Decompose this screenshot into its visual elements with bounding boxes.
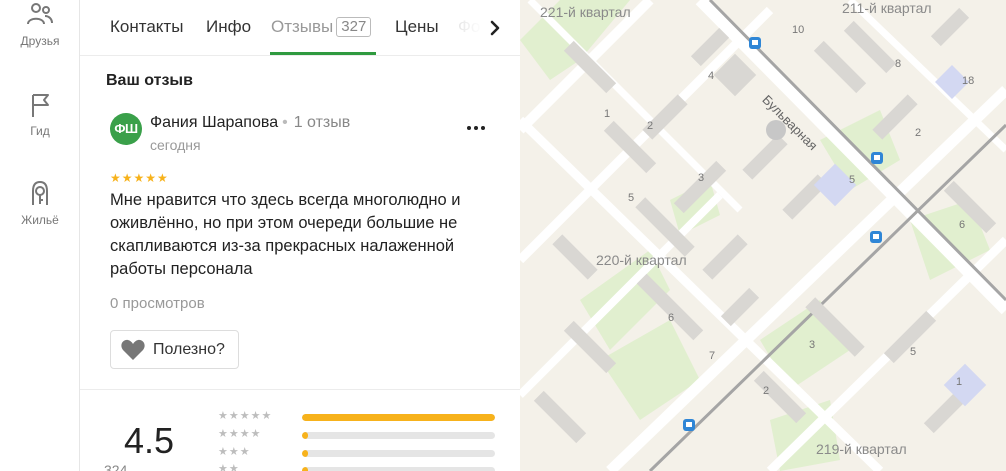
- distribution-stars: ★★★★: [218, 428, 262, 440]
- review-date: сегодня: [150, 137, 201, 153]
- useful-button[interactable]: Полезно?: [110, 330, 239, 369]
- distribution-bar-track: [302, 467, 495, 471]
- tab-bar: Контакты Инфо Отзывы327 Цены Фо: [80, 0, 520, 56]
- tab-reviews-label: Отзывы: [271, 17, 334, 36]
- review-star-rating: ★★★★★: [110, 171, 169, 185]
- section-divider: [80, 389, 520, 390]
- review-more-button[interactable]: [464, 118, 488, 138]
- map-number: 8: [895, 58, 902, 70]
- distribution-bar-fill: [302, 414, 495, 421]
- tab-prices[interactable]: Цены: [395, 17, 439, 37]
- distribution-stars: ★★: [218, 463, 240, 471]
- tab-info[interactable]: Инфо: [206, 17, 251, 37]
- friends-icon: [27, 3, 53, 25]
- review-text: Мне нравится что здесь всегда многолюдно…: [110, 191, 461, 278]
- nav-item-guide-label: Гид: [30, 124, 50, 138]
- map-number: 4: [708, 70, 715, 82]
- nav-item-friends-label: Друзья: [20, 34, 60, 48]
- left-nav-rail: Друзья Гид Жильё: [0, 0, 80, 471]
- tabs-next-button[interactable]: [480, 14, 510, 42]
- map-number: 1: [956, 376, 963, 388]
- map-number: 6: [668, 312, 675, 324]
- nav-item-housing[interactable]: Жильё: [0, 177, 80, 227]
- heart-icon: [121, 339, 145, 360]
- map-label-q211: 211-й квартал: [842, 0, 932, 16]
- avatar: ФШ: [110, 113, 142, 145]
- map-label-q219: 219-й квартал: [816, 441, 907, 457]
- flag-icon: [32, 94, 49, 117]
- distribution-stars: ★★★★★: [218, 410, 273, 422]
- distribution-bar-track: [302, 450, 495, 457]
- tab-reviews[interactable]: Отзывы 327: [271, 17, 372, 37]
- reviews-count-badge: 327: [336, 17, 372, 37]
- map-graphics: [520, 0, 1006, 471]
- organization-panel: Контакты Инфо Отзывы327 Цены Фо Ваш отзы…: [80, 0, 520, 471]
- map-label-q221: 221-й квартал: [540, 4, 631, 20]
- distribution-bar-fill: [302, 432, 308, 439]
- distribution-stars: ★★★: [218, 446, 251, 458]
- more-dots-icon: [467, 126, 485, 130]
- nav-item-guide[interactable]: Гид: [0, 90, 80, 138]
- distribution-bar-fill: [302, 450, 308, 457]
- map-number: 10: [792, 24, 805, 36]
- map-number: 3: [809, 339, 816, 351]
- active-tab-underline: [270, 52, 376, 55]
- chevron-right-icon: [490, 20, 500, 36]
- map-number: 5: [910, 346, 917, 358]
- map-number: 7: [709, 350, 716, 362]
- rating-count: 324: [104, 462, 128, 471]
- useful-button-label: Полезно?: [153, 341, 225, 358]
- map-label-q220: 220-й квартал: [596, 252, 687, 268]
- review-views: 0 просмотров: [110, 295, 205, 312]
- map-canvas[interactable]: 221-й квартал 211-й квартал 220-й кварта…: [520, 0, 1006, 471]
- distribution-bar-track: [302, 432, 495, 439]
- nav-item-housing-label: Жильё: [21, 213, 59, 227]
- your-review-title: Ваш отзыв: [106, 72, 193, 89]
- tab-contacts[interactable]: Контакты: [110, 17, 183, 37]
- average-rating: 4.5: [124, 420, 175, 461]
- review-author-name[interactable]: Фания Шарапова: [150, 114, 278, 131]
- map-number: 2: [647, 120, 654, 132]
- map-number: 5: [628, 192, 635, 204]
- map-number: 5: [849, 174, 856, 186]
- map-number: 18: [962, 75, 975, 87]
- review-author-line: Фания Шарапова • 1 отзыв: [150, 114, 350, 132]
- map-number: 6: [959, 219, 966, 231]
- map-number: 2: [915, 127, 922, 139]
- map-number: 1: [604, 108, 611, 120]
- map-number: 2: [763, 385, 770, 397]
- distribution-bar-fill: [302, 467, 308, 471]
- map-number: 3: [698, 172, 705, 184]
- author-separator: •: [282, 114, 288, 131]
- house-key-icon: [32, 180, 48, 205]
- distribution-bar-track: [302, 414, 495, 421]
- author-review-count: 1 отзыв: [293, 114, 351, 131]
- nav-item-friends[interactable]: Друзья: [0, 0, 80, 48]
